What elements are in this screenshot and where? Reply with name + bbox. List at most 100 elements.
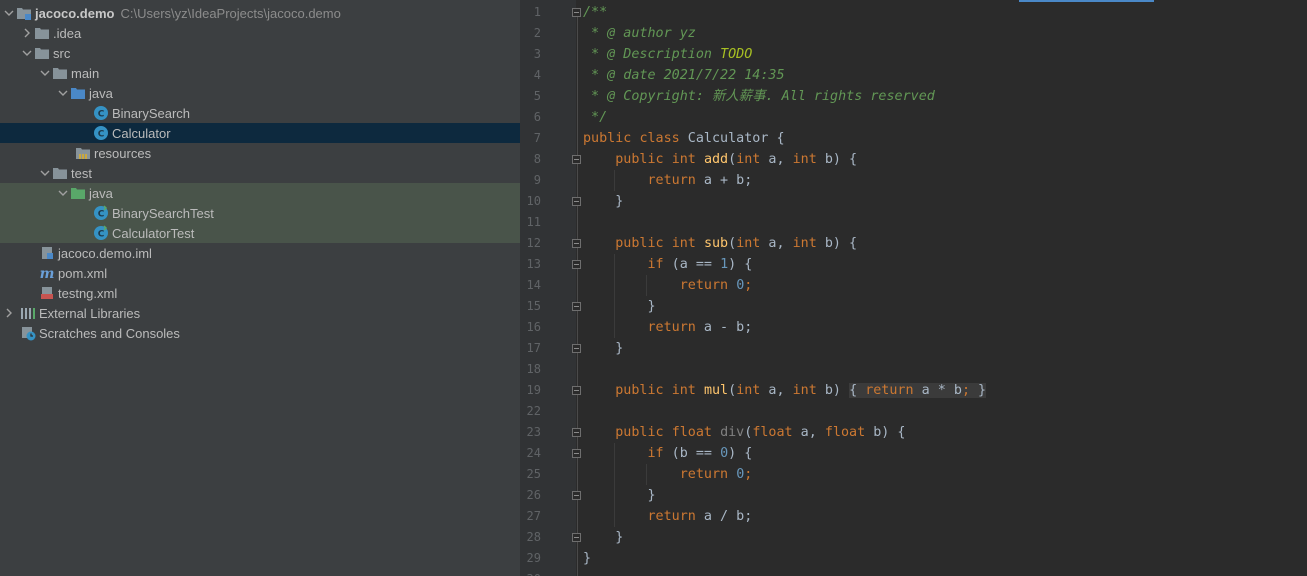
tree-root-label: jacoco.demo — [35, 5, 115, 21]
folder-icon — [34, 45, 50, 61]
line-number: 3 — [533, 47, 541, 61]
tree-item-idea[interactable]: .idea — [0, 23, 520, 43]
code-line[interactable]: if (a == 1) { — [583, 254, 753, 275]
code-line[interactable]: public int add(int a, int b) { — [583, 149, 857, 170]
tree-item-main-java[interactable]: java — [0, 83, 520, 103]
chevron-down-icon[interactable] — [20, 43, 34, 63]
chevron-right-icon[interactable] — [2, 303, 16, 323]
maven-icon: m — [39, 265, 55, 281]
module-folder-icon — [16, 5, 32, 21]
line-number: 28 — [526, 530, 541, 544]
tree-item-external-libraries[interactable]: External Libraries — [0, 303, 520, 323]
code-line[interactable]: if (b == 0) { — [583, 443, 753, 464]
chevron-down-icon[interactable] — [2, 3, 16, 23]
chevron-down-icon[interactable] — [56, 183, 70, 203]
tree-item-iml[interactable]: jacoco.demo.iml — [0, 243, 520, 263]
code-line[interactable]: public float div(float a, float b) { — [583, 422, 905, 443]
code-line[interactable]: } — [583, 527, 623, 548]
tree-item-resources[interactable]: resources — [0, 143, 520, 163]
tree-item-label: main — [71, 65, 100, 81]
fold-marker-icon[interactable] — [572, 428, 581, 437]
tree-item-label: Scratches and Consoles — [39, 325, 180, 341]
collapsed-method-body[interactable]: { return a * b; } — [849, 383, 987, 398]
code-line[interactable]: public class Calculator { — [583, 128, 785, 149]
fold-marker-icon[interactable] — [572, 302, 581, 311]
code-line[interactable]: */ — [583, 107, 607, 128]
code-line[interactable]: public int sub(int a, int b) { — [583, 233, 857, 254]
line-number: 4 — [533, 68, 541, 82]
line-number: 22 — [526, 404, 541, 418]
code-line[interactable]: * @ author yz — [583, 23, 696, 44]
tree-item-binarysearch[interactable]: C BinarySearch — [0, 103, 520, 123]
fold-marker-icon[interactable] — [572, 239, 581, 248]
tree-root-path: C:\Users\yz\IdeaProjects\jacoco.demo — [120, 5, 341, 21]
code-line[interactable]: return 0; — [583, 464, 753, 485]
line-number: 27 — [526, 509, 541, 523]
tree-item-main[interactable]: main — [0, 63, 520, 83]
code-line[interactable]: * @ date 2021/7/22 14:35 — [583, 65, 785, 86]
code-line[interactable]: } — [583, 296, 656, 317]
code-line[interactable]: public int mul(int a, int b) { return a … — [583, 380, 987, 401]
tree-item-src[interactable]: src — [0, 43, 520, 63]
tree-item-pom[interactable]: m pom.xml — [0, 263, 520, 283]
code-line[interactable]: } — [583, 191, 623, 212]
chevron-right-icon[interactable] — [20, 23, 34, 43]
code-line[interactable]: * @ Description TODO — [583, 44, 752, 65]
tree-item-label: External Libraries — [39, 305, 141, 321]
line-number-gutter: 1 2 3 4 5 6 7 8 9 10 11 12 13 14 15 16 1… — [520, 0, 576, 576]
code-line[interactable]: /** — [583, 2, 607, 23]
tree-root-jacoco-demo[interactable]: jacoco.demo C:\Users\yz\IdeaProjects\jac… — [0, 3, 520, 23]
project-tree: jacoco.demo C:\Users\yz\IdeaProjects\jac… — [0, 0, 520, 576]
tree-item-testng[interactable]: testng.xml — [0, 283, 520, 303]
tree-item-label: src — [53, 45, 71, 61]
fold-marker-icon[interactable] — [572, 449, 581, 458]
code-line[interactable]: return 0; — [583, 275, 753, 296]
chevron-down-icon[interactable] — [56, 83, 70, 103]
line-number: 15 — [526, 299, 541, 313]
code-line[interactable]: } — [583, 338, 623, 359]
line-number: 14 — [526, 278, 541, 292]
iml-file-icon — [39, 245, 55, 261]
fold-marker-icon[interactable] — [572, 260, 581, 269]
fold-marker-icon[interactable] — [572, 8, 581, 17]
libraries-icon — [20, 305, 36, 321]
line-number: 16 — [526, 320, 541, 334]
chevron-down-icon[interactable] — [38, 163, 52, 183]
fold-marker-icon[interactable] — [572, 197, 581, 206]
code-line[interactable]: return a + b; — [583, 170, 753, 191]
tree-item-calculator[interactable]: C Calculator — [0, 123, 520, 143]
tree-item-label: test — [71, 165, 92, 181]
java-class-icon: C — [93, 105, 109, 121]
test-source-folder-icon — [70, 185, 86, 201]
tree-item-label: resources — [94, 145, 152, 161]
tree-item-label: pom.xml — [58, 265, 108, 281]
tree-item-test[interactable]: test — [0, 163, 520, 183]
fold-marker-icon[interactable] — [572, 386, 581, 395]
fold-marker-icon[interactable] — [572, 491, 581, 500]
line-number: 25 — [526, 467, 541, 481]
fold-marker-icon[interactable] — [572, 155, 581, 164]
code-line[interactable]: } — [583, 485, 656, 506]
code-line[interactable]: return a - b; — [583, 317, 753, 338]
code-editor[interactable]: 1 2 3 4 5 6 7 8 9 10 11 12 13 14 15 16 1… — [520, 0, 1307, 576]
line-number: 9 — [533, 173, 541, 187]
tree-item-calculatortest[interactable]: C CalculatorTest — [0, 223, 520, 243]
chevron-down-icon[interactable] — [38, 63, 52, 83]
tree-item-scratches[interactable]: Scratches and Consoles — [0, 323, 520, 343]
line-number: 23 — [526, 425, 541, 439]
line-number: 17 — [526, 341, 541, 355]
code-line[interactable]: return a / b; — [583, 506, 753, 527]
source-folder-icon — [70, 85, 86, 101]
folder-icon — [52, 165, 68, 181]
code-line[interactable]: } — [583, 548, 591, 569]
tree-item-binarysearchtest[interactable]: C BinarySearchTest — [0, 203, 520, 223]
fold-marker-icon[interactable] — [572, 344, 581, 353]
line-number: 29 — [526, 551, 541, 565]
svg-text:C: C — [98, 210, 105, 220]
test-class-icon: C — [93, 205, 109, 221]
code-line[interactable]: * @ Copyright: 新人薪事. All rights reserved — [583, 86, 935, 107]
fold-marker-icon[interactable] — [572, 533, 581, 542]
scratches-icon — [20, 325, 36, 341]
tree-item-test-java[interactable]: java — [0, 183, 520, 203]
active-tab-indicator — [1019, 0, 1154, 2]
